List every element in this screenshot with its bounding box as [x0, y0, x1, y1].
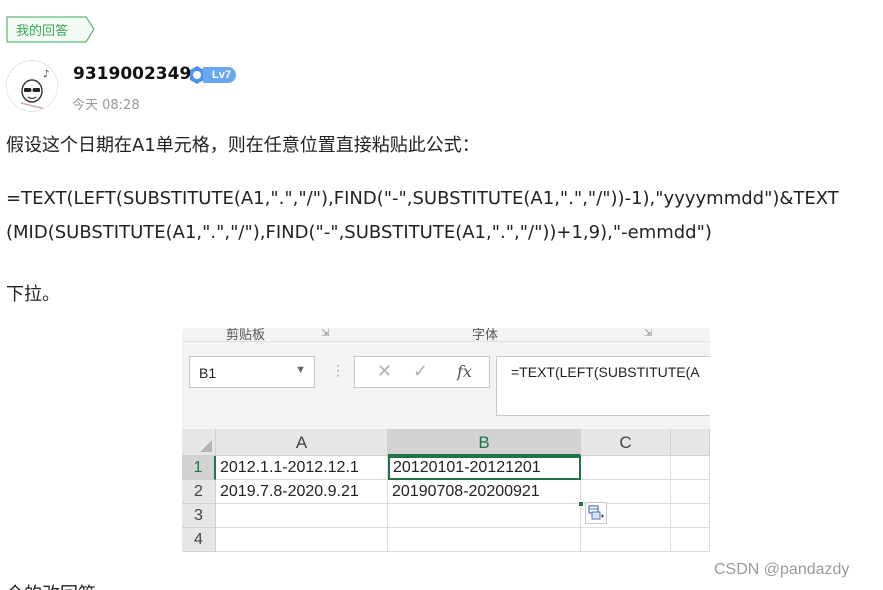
cell-b2[interactable]: 20190708-20200921: [388, 480, 581, 504]
my-answer-tag: 我的回答: [6, 16, 95, 43]
row-header-2[interactable]: 2: [182, 480, 216, 504]
column-header-c[interactable]: C: [581, 429, 671, 456]
username[interactable]: 9319002349: [73, 64, 191, 84]
row-header-4[interactable]: 4: [182, 528, 216, 552]
insert-function-icon[interactable]: fx: [457, 362, 472, 381]
excel-screenshot: 剪贴板 ⇲ 字体 ⇲ B1 ▼ ⋮ ✕ ✓ fx =TEXT(LEFT(SUBS…: [182, 328, 710, 554]
ribbon-group-font: 字体: [472, 328, 499, 342]
name-box[interactable]: B1 ▼: [189, 356, 315, 388]
column-header-b[interactable]: B: [388, 429, 581, 456]
clipboard-launcher-icon: ⇲: [321, 328, 330, 339]
cell-a2[interactable]: 2019.7.8-2020.9.21: [216, 480, 388, 504]
more-options-icon: ⋮: [331, 362, 345, 378]
my-answer-tag-label: 我的回答: [16, 24, 69, 39]
fill-handle[interactable]: [578, 501, 584, 507]
answer-intro: 假设这个日期在A1单元格，则在任意位置直接粘贴此公式：: [6, 135, 480, 156]
ribbon-strip: 剪贴板 ⇲ 字体 ⇲: [182, 328, 710, 342]
answer-cutoff-text: 今的改回答: [6, 580, 96, 590]
cell-c4[interactable]: [581, 528, 671, 552]
cell-d4[interactable]: [671, 528, 710, 552]
svg-text:♪: ♪: [43, 69, 49, 80]
column-header-a[interactable]: A: [216, 429, 388, 456]
row-header-3[interactable]: 3: [182, 504, 216, 528]
ribbon-group-clipboard: 剪贴板: [226, 328, 266, 342]
row-header-1[interactable]: 1: [182, 456, 216, 480]
avatar-image: ♪: [7, 61, 57, 111]
name-box-value: B1: [199, 365, 217, 381]
cell-a3[interactable]: [216, 504, 388, 528]
check-icon[interactable]: ✓: [413, 361, 428, 382]
cell-d3[interactable]: [671, 504, 710, 528]
cancel-icon[interactable]: ✕: [377, 361, 392, 382]
watermark: CSDN @pandazdy: [714, 561, 850, 578]
formula-line-1: =TEXT(LEFT(SUBSTITUTE(A1,".","/"),FIND("…: [6, 188, 839, 209]
cell-d2[interactable]: [671, 480, 710, 504]
spreadsheet-grid: A B C 1 2 3 4 2012.1.1-2012.12.1 2012010…: [182, 429, 710, 554]
formula-buttons: ✕ ✓ fx: [354, 356, 490, 388]
formula-bar-text: =TEXT(LEFT(SUBSTITUTE(A: [511, 364, 700, 380]
post-time: 今天 08:28: [72, 98, 140, 113]
formula-bar[interactable]: =TEXT(LEFT(SUBSTITUTE(A: [496, 356, 710, 416]
avatar[interactable]: ♪: [6, 60, 58, 112]
chevron-down-icon[interactable]: ▼: [295, 364, 306, 376]
cell-a1[interactable]: 2012.1.1-2012.12.1: [216, 456, 388, 480]
level-badge: Lv7: [203, 67, 236, 83]
cell-b3[interactable]: [388, 504, 581, 528]
cell-b1[interactable]: 20120101-20121201: [388, 456, 581, 480]
quick-analysis-icon[interactable]: [585, 502, 607, 524]
select-all-button[interactable]: [182, 429, 216, 456]
formula-line-2: (MID(SUBSTITUTE(A1,".","/"),FIND("-",SUB…: [6, 222, 712, 243]
cell-c2[interactable]: [581, 480, 671, 504]
answer-outro: 下拉。: [6, 284, 60, 305]
font-launcher-icon: ⇲: [644, 328, 653, 339]
column-header-next[interactable]: [671, 429, 710, 456]
cell-d1[interactable]: [671, 456, 710, 480]
cell-c1[interactable]: [581, 456, 671, 480]
cell-a4[interactable]: [216, 528, 388, 552]
cell-b4[interactable]: [388, 528, 581, 552]
